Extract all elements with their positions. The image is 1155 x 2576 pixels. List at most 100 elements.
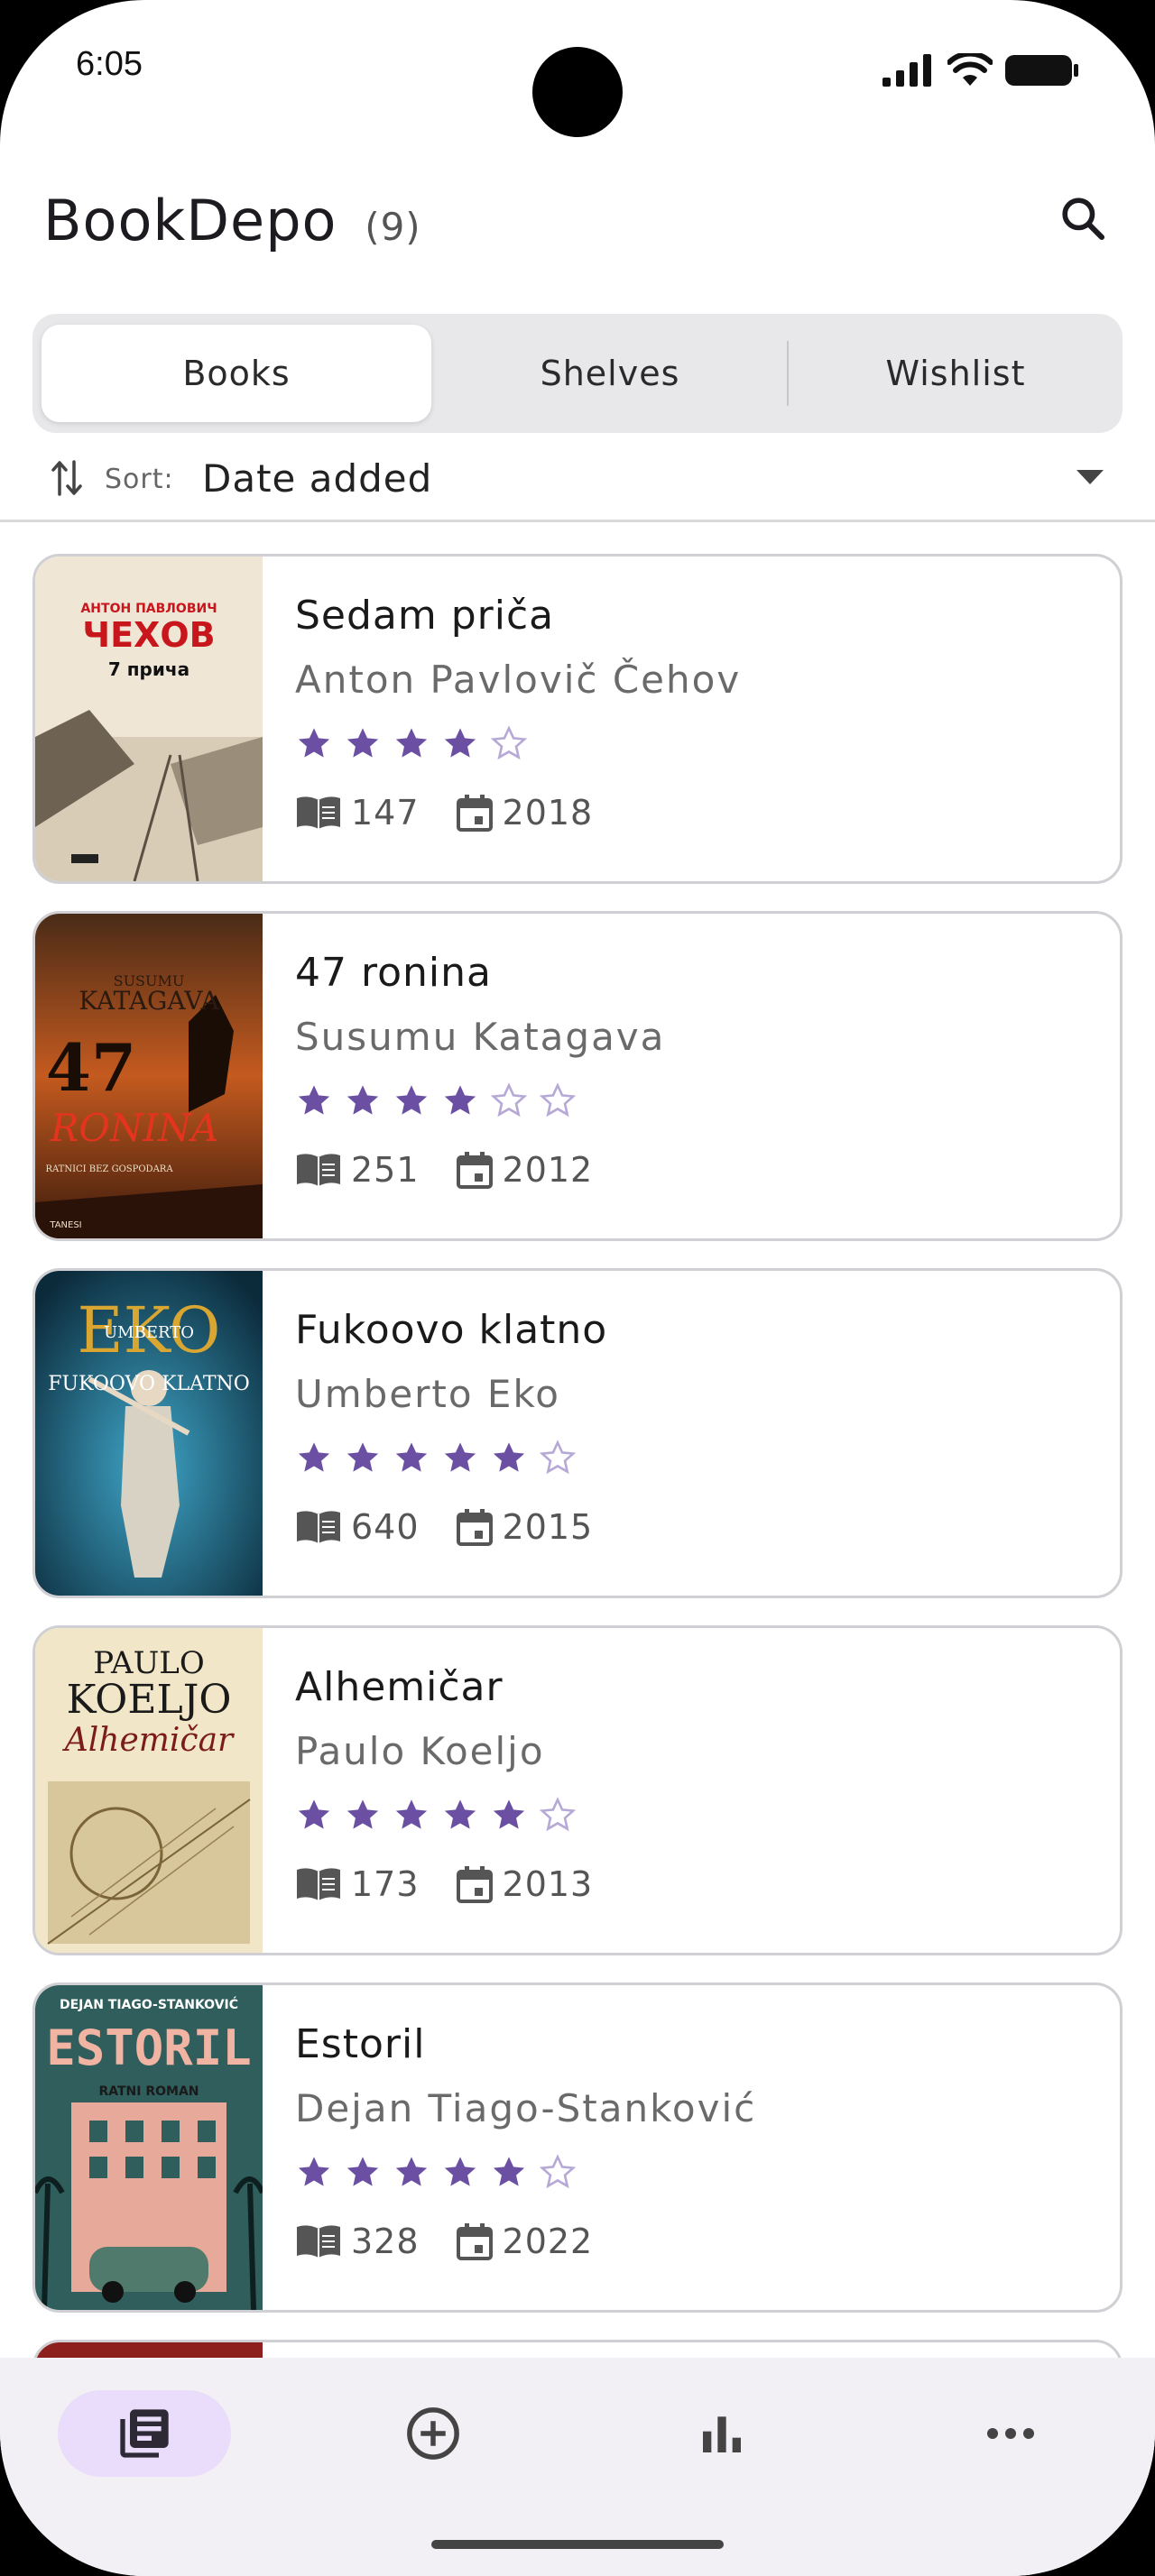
sort-divider: [0, 520, 1155, 522]
book-list: АНТОН ПАВЛОВИЧ ЧЕХОВ 7 прича Sedam priča…: [32, 554, 1123, 2340]
book-cover: DEJAN TIAGO-STANKOVIĆ ESTORIL RATNI ROMA…: [35, 1985, 263, 2310]
sort-row[interactable]: Sort: Date added: [0, 442, 1155, 521]
book-author: Umberto Eko: [295, 1372, 560, 1416]
book-card[interactable]: DEJAN TIAGO-STANKOVIĆ ESTORIL RATNI ROMA…: [32, 1983, 1123, 2313]
status-icons: [882, 51, 1079, 90]
book-year: 2012: [502, 1150, 594, 1190]
calendar-icon: [456, 1864, 494, 1904]
cover-top-text: UMBERTO: [104, 1323, 194, 1342]
star-filled-icon: [395, 2157, 428, 2186]
tab-shelves[interactable]: Shelves: [433, 314, 787, 433]
book-pages: 251: [351, 1150, 420, 1190]
star-empty-icon: [539, 1082, 577, 1118]
book-pages: 640: [351, 1507, 420, 1547]
star-filled-icon: [493, 2157, 525, 2186]
star-filled-icon: [444, 1085, 476, 1115]
star-filled-icon: [298, 2157, 330, 2186]
nav-more[interactable]: [924, 2390, 1097, 2477]
cover-main-text: KATAGAVA: [79, 986, 219, 1016]
book-pages: 147: [351, 793, 420, 833]
nav-add[interactable]: [346, 2390, 520, 2477]
book-author: Dejan Tiago-Stanković: [295, 2086, 757, 2130]
star-filled-icon: [298, 728, 330, 758]
book-card[interactable]: PAULO KOELJO Alhemičar Alhemičar Paulo K…: [32, 1625, 1123, 1955]
star-filled-icon: [444, 728, 476, 758]
book-pages-icon: [295, 1152, 342, 1188]
cover-publisher: TANESI: [49, 1220, 81, 1230]
nav-library[interactable]: [58, 2390, 231, 2477]
star-empty-icon: [490, 1082, 528, 1118]
book-cover: EKO UMBERTO FUKOOVO KLATNO: [35, 1271, 263, 1596]
star-filled-icon: [493, 1442, 525, 1472]
home-indicator[interactable]: [431, 2540, 724, 2549]
book-pages: 173: [351, 1864, 420, 1904]
book-year: 2018: [502, 793, 594, 833]
star-filled-icon: [444, 1799, 476, 1829]
star-filled-icon: [493, 1799, 525, 1829]
rating-stars: [295, 1796, 577, 1834]
book-cover: АНТОН ПАВЛОВИЧ ЧЕХОВ 7 прича: [35, 557, 263, 881]
cover-number: 47: [46, 1029, 136, 1106]
phone-screen: 6:05 BookDepo (9) Books Shelves Wishlist…: [0, 0, 1155, 2576]
book-title: Sedam priča: [295, 593, 555, 639]
signal-icon: [882, 54, 931, 87]
cover-sub-text: RATNI ROMAN: [98, 2084, 199, 2099]
star-filled-icon: [395, 1799, 428, 1829]
star-filled-icon: [444, 1442, 476, 1472]
segmented-tabs: Books Shelves Wishlist: [32, 314, 1123, 433]
tab-wishlist[interactable]: Wishlist: [789, 314, 1123, 433]
book-author: Susumu Katagava: [295, 1015, 666, 1059]
book-meta: 640 2015: [295, 1507, 593, 1547]
book-pages: 328: [351, 2222, 420, 2261]
front-camera: [532, 47, 623, 137]
star-filled-icon: [395, 728, 428, 758]
star-filled-icon: [346, 2157, 379, 2186]
calendar-icon: [456, 2222, 494, 2261]
cover-main-text: KOELJO: [67, 1677, 232, 1723]
cover-main-text: ESTORIL: [46, 2019, 252, 2076]
sort-label: Sort:: [105, 464, 174, 495]
book-card[interactable]: EKO UMBERTO FUKOOVO KLATNO Fukoovo klatn…: [32, 1268, 1123, 1598]
wifi-icon: [947, 53, 993, 86]
chevron-down-icon[interactable]: [1076, 469, 1104, 485]
cover-top-text: DEJAN TIAGO-STANKOVIĆ: [60, 1996, 238, 2012]
book-count: (9): [365, 205, 421, 249]
book-cover: PAULO KOELJO Alhemičar: [35, 1628, 263, 1953]
cover-top-text: PAULO: [93, 1645, 204, 1681]
cover-sub-text: FUKOOVO KLATNO: [48, 1373, 250, 1395]
book-pages-icon: [295, 1509, 342, 1545]
tab-books[interactable]: Books: [42, 325, 431, 422]
search-icon: [1062, 198, 1105, 241]
book-cover: SUSUMU KATAGAVA 47 RONINA RATNICI BEZ GO…: [35, 914, 263, 1238]
cover-sub-text: 7 прича: [108, 658, 189, 680]
star-empty-icon: [539, 1440, 577, 1475]
app-title: BookDepo (9): [43, 188, 421, 253]
book-year: 2022: [502, 2222, 594, 2261]
book-title: Estoril: [295, 2021, 426, 2067]
star-filled-icon: [298, 1442, 330, 1472]
star-filled-icon: [298, 1085, 330, 1115]
cover-foot-text: RATNICI BEZ GOSPODARA: [45, 1164, 173, 1174]
book-card[interactable]: SUSUMU KATAGAVA 47 RONINA RATNICI BEZ GO…: [32, 911, 1123, 1241]
calendar-icon: [456, 793, 494, 833]
book-author: Paulo Koeljo: [295, 1729, 545, 1773]
battery-icon: [1005, 55, 1078, 86]
star-filled-icon: [346, 728, 379, 758]
book-author: Anton Pavlovič Čehov: [295, 658, 742, 702]
book-meta: 173 2013: [295, 1864, 593, 1904]
rating-stars: [295, 1081, 577, 1119]
star-filled-icon: [298, 1799, 330, 1829]
calendar-icon: [456, 1507, 494, 1547]
star-filled-icon: [346, 1799, 379, 1829]
star-empty-icon: [490, 725, 528, 760]
sort-value[interactable]: Date added: [202, 456, 432, 501]
cover-top-text: АНТОН ПАВЛОВИЧ: [80, 602, 217, 616]
star-filled-icon: [395, 1085, 428, 1115]
rating-stars: [295, 724, 528, 762]
rating-stars: [295, 1439, 577, 1477]
bar-chart-icon: [703, 2416, 741, 2452]
book-pages-icon: [295, 795, 342, 831]
search-button[interactable]: [1047, 182, 1119, 254]
nav-stats[interactable]: [635, 2390, 808, 2477]
book-card[interactable]: АНТОН ПАВЛОВИЧ ЧЕХОВ 7 прича Sedam priča…: [32, 554, 1123, 884]
